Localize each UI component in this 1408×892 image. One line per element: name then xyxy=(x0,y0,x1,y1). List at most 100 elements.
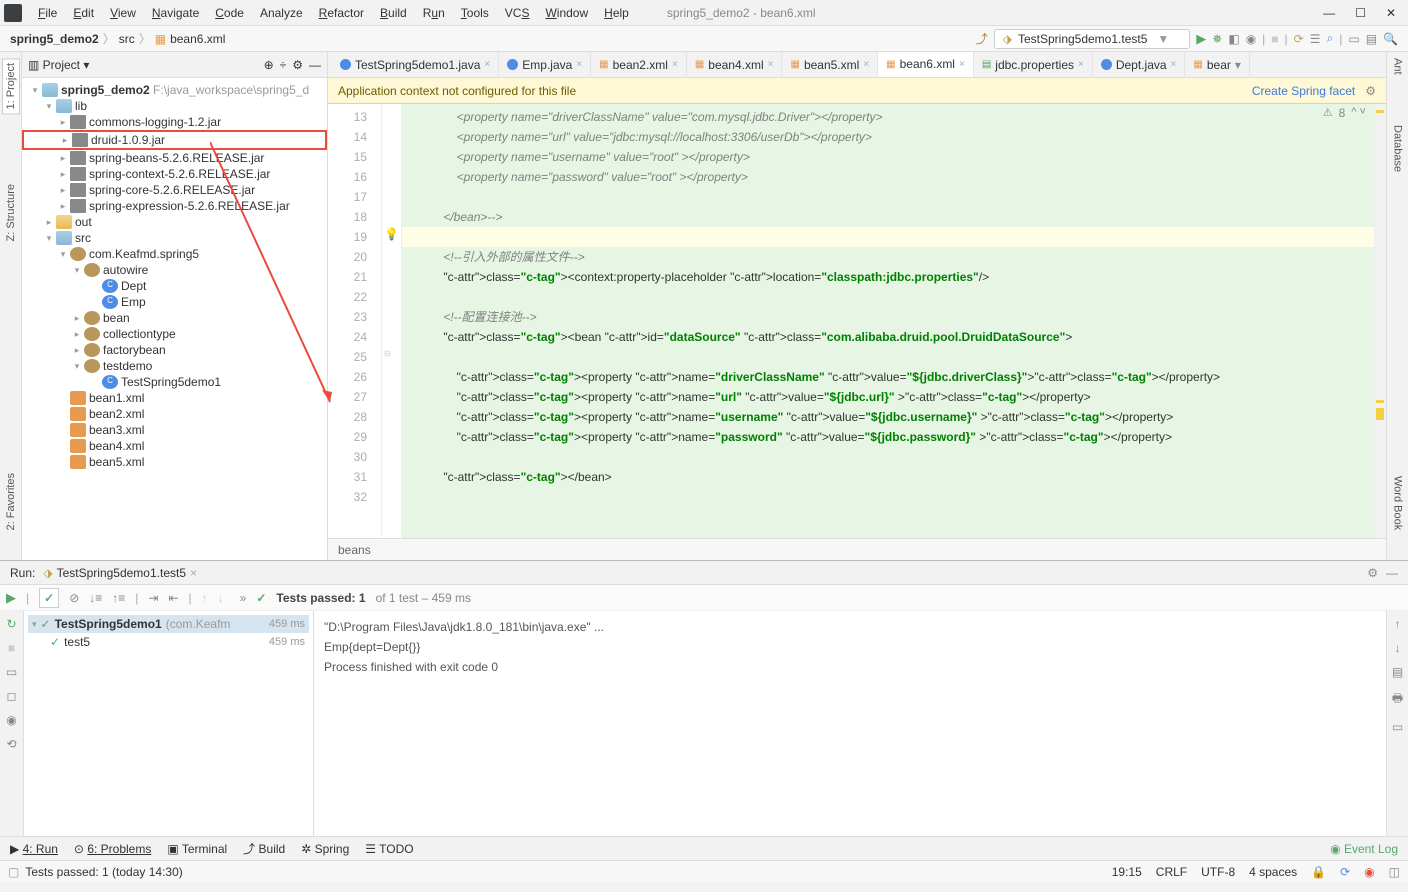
ide-split-icon[interactable]: ▭ xyxy=(1348,32,1359,46)
event-log[interactable]: ◉ Event Log xyxy=(1330,842,1398,856)
run-hide-icon[interactable]: — xyxy=(1386,566,1398,580)
menu-run[interactable]: Run xyxy=(415,6,453,20)
bottom-todo[interactable]: ☰ TODO xyxy=(365,842,413,856)
tab-bean5[interactable]: ▦bean5.xml× xyxy=(782,52,878,78)
pin-side-icon[interactable]: ◻ xyxy=(7,689,17,703)
menu-refactor[interactable]: Refactor xyxy=(311,6,372,20)
collapse-all-icon[interactable]: ⇤ xyxy=(168,591,178,605)
menu-view[interactable]: View xyxy=(102,6,144,20)
layout-side-icon[interactable]: ▭ xyxy=(6,665,17,679)
run-tab-label[interactable]: TestSpring5demo1.test5 xyxy=(57,566,186,580)
menu-file[interactable]: File xyxy=(30,6,65,20)
bottom-run[interactable]: ▶ 4: Run xyxy=(10,842,58,856)
tab-bean4[interactable]: ▦bean4.xml× xyxy=(687,52,783,78)
update-icon[interactable]: ⟳ xyxy=(1294,32,1304,46)
menu-code[interactable]: Code xyxy=(207,6,252,20)
ide-folders-icon[interactable]: ▤ xyxy=(1366,32,1377,46)
clear-icon[interactable]: ▭ xyxy=(1392,720,1403,734)
error-stripe[interactable] xyxy=(1374,104,1386,538)
scroll-from-source-icon[interactable]: ⊕ xyxy=(264,58,274,72)
lefttab-project[interactable]: 1: Project xyxy=(2,58,20,114)
hide-panel-icon[interactable]: — xyxy=(309,58,321,72)
export-side-icon[interactable]: ◉ xyxy=(6,713,16,727)
project-tree[interactable]: ▾spring5_demo2 F:\java_workspace\spring5… xyxy=(22,78,327,560)
debug-icon[interactable]: ✵ xyxy=(1212,32,1222,46)
lefttab-favorites[interactable]: 2: Favorites xyxy=(5,473,17,530)
crumb-file[interactable]: bean6.xml xyxy=(170,32,225,46)
filter-passed-icon[interactable]: ✓ xyxy=(39,588,59,608)
run-icon[interactable]: ▶ xyxy=(1196,31,1206,47)
console-output[interactable]: "D:\Program Files\Java\jdk1.8.0_181\bin\… xyxy=(314,611,1386,836)
project-panel-title[interactable]: ▥ Project ▾ xyxy=(28,58,89,72)
tab-testspring5[interactable]: TestSpring5demo1.java× xyxy=(332,52,499,78)
close-window-icon[interactable]: ✕ xyxy=(1386,6,1396,20)
crumb-root[interactable]: spring5_demo2 xyxy=(10,32,99,46)
stop-icon[interactable]: ■ xyxy=(1271,32,1278,46)
bottom-terminal[interactable]: ▣ Terminal xyxy=(167,842,227,856)
next-fail-icon[interactable]: ↓ xyxy=(218,591,224,605)
code-breadcrumb[interactable]: beans xyxy=(328,538,1386,560)
wrap-icon[interactable]: ▤ xyxy=(1392,665,1403,679)
menu-build[interactable]: Build xyxy=(372,6,415,20)
prev-fail-icon[interactable]: ↑ xyxy=(202,591,208,605)
bottom-spring[interactable]: ✲ Spring xyxy=(301,842,349,856)
menu-edit[interactable]: Edit xyxy=(65,6,102,20)
bottom-problems[interactable]: ⊙ 6: Problems xyxy=(74,842,151,856)
righttab-database[interactable]: Database xyxy=(1392,125,1404,172)
filter-ignored-icon[interactable]: ⊘ xyxy=(69,591,79,605)
status-lf[interactable]: CRLF xyxy=(1156,865,1187,879)
menu-vcs[interactable]: VCS xyxy=(497,6,538,20)
menu-window[interactable]: Window xyxy=(537,6,596,20)
status-grip-icon[interactable]: ▢ xyxy=(8,865,19,879)
tab-jdbc[interactable]: ▤jdbc.properties× xyxy=(974,52,1093,78)
menu-navigate[interactable]: Navigate xyxy=(144,6,207,20)
settings-icon[interactable]: ⚙ xyxy=(292,58,303,72)
structure-icon[interactable]: ☰ xyxy=(1310,32,1321,46)
menu-analyze[interactable]: Analyze xyxy=(252,6,311,20)
lefttab-structure[interactable]: Z: Structure xyxy=(5,184,17,241)
rerun-side-icon[interactable]: ↻ xyxy=(6,617,16,631)
run-gear-icon[interactable]: ⚙ xyxy=(1367,566,1378,580)
status-enc[interactable]: UTF-8 xyxy=(1201,865,1235,879)
history-side-icon[interactable]: ⟲ xyxy=(6,737,16,751)
righttab-ant[interactable]: Ant xyxy=(1392,58,1404,75)
menu-tools[interactable]: Tools xyxy=(453,6,497,20)
profile-icon[interactable]: ◉ xyxy=(1246,32,1256,46)
scroll-down-icon[interactable]: ↓ xyxy=(1395,641,1401,655)
coverage-icon[interactable]: ◧ xyxy=(1228,32,1239,46)
menu-help[interactable]: Help xyxy=(596,6,637,20)
tab-bear[interactable]: ▦bear▾ xyxy=(1185,52,1250,78)
status-lock-icon[interactable]: 🔒 xyxy=(1311,865,1326,879)
bottom-build[interactable]: ⤴ Build xyxy=(243,840,285,857)
tab-dept[interactable]: Dept.java× xyxy=(1093,52,1186,78)
create-facet-link[interactable]: Create Spring facet xyxy=(1252,84,1355,98)
search-everywhere-icon[interactable]: ⌕ xyxy=(1327,31,1334,46)
crumb-src[interactable]: src xyxy=(119,32,135,46)
code-area[interactable]: 1314151617181920212223242526272829303132… xyxy=(328,104,1386,538)
collapse-icon[interactable]: ÷ xyxy=(280,58,287,72)
print-icon[interactable]: 🖶 xyxy=(1392,689,1403,710)
status-sync-icon[interactable]: ⟳ xyxy=(1340,865,1350,879)
sort-icon[interactable]: ↓≡ xyxy=(89,591,102,605)
minimize-icon[interactable]: — xyxy=(1323,6,1335,20)
expand-all-icon[interactable]: ⇥ xyxy=(148,591,158,605)
run-config-dropdown[interactable]: ⬗ TestSpring5demo1.test5 ▼ xyxy=(994,29,1191,49)
ide-search-icon[interactable]: 🔍 xyxy=(1383,32,1398,46)
banner-gear-icon[interactable]: ⚙ xyxy=(1365,84,1376,98)
inspection-widget[interactable]: ⚠8 ^ ˅ xyxy=(1323,106,1366,120)
tab-emp[interactable]: Emp.java× xyxy=(499,52,591,78)
code-body[interactable]: ⚠8 ^ ˅ <property name="driverClassName" … xyxy=(402,104,1374,538)
status-indent[interactable]: 4 spaces xyxy=(1249,865,1297,879)
tab-bean6[interactable]: ▦bean6.xml× xyxy=(878,52,974,78)
test-tree[interactable]: ▾✓TestSpring5demo1(com.Keafm459 ms ✓test… xyxy=(24,611,314,836)
status-health-icon[interactable]: ◫ xyxy=(1389,865,1400,879)
stop-side-icon[interactable]: ■ xyxy=(8,641,15,655)
scroll-up-icon[interactable]: ↑ xyxy=(1395,617,1401,631)
build-icon[interactable]: ⤴ xyxy=(976,30,988,47)
rerun-icon[interactable]: ▶ xyxy=(6,590,16,606)
tab-bean2[interactable]: ▦bean2.xml× xyxy=(591,52,687,78)
righttab-wordbook[interactable]: Word Book xyxy=(1392,476,1404,530)
maximize-icon[interactable]: ☐ xyxy=(1355,6,1366,20)
status-chrome-icon[interactable]: ◉ xyxy=(1364,865,1374,879)
sortaz-icon[interactable]: ↑≡ xyxy=(112,591,125,605)
